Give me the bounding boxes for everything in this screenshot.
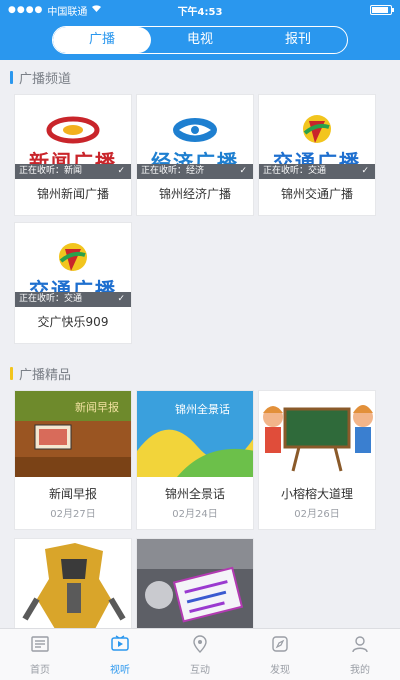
economy-broadcast-logo-icon [167, 115, 223, 149]
news-icon [30, 634, 50, 658]
tab-label: 首页 [30, 664, 50, 676]
program-date: 02月24日 [172, 509, 218, 520]
news-morning-thumb: 新闻早报 [15, 391, 131, 477]
news-broadcast-logo-icon [45, 115, 101, 149]
bottom-tab-discover[interactable]: 发现 [240, 629, 320, 680]
location-icon [190, 634, 210, 658]
tab-label: 我的 [350, 664, 370, 676]
channel-card-traffic[interactable]: 交通广播 正在收听：交通 ✓ 锦州交通广播 [258, 94, 376, 216]
check-icon: ✓ [117, 294, 125, 304]
program-card[interactable]: 锦州全景话 锦州全景话 02月24日 [136, 390, 254, 530]
status-time: 下午4:53 [177, 6, 223, 18]
sign-thumb [137, 539, 253, 631]
battery-icon [370, 5, 394, 15]
section-title-text: 广播频道 [19, 72, 72, 87]
section-title-programs: 广播精品 [10, 364, 71, 383]
tab-label: 互动 [190, 664, 210, 676]
check-icon: ✓ [117, 166, 125, 176]
program-date: 02月26日 [294, 509, 340, 520]
program-name: 锦州全景话 [164, 487, 225, 501]
svg-text:新闻早报: 新闻早报 [75, 400, 119, 414]
program-card[interactable] [136, 538, 254, 631]
now-playing-strip: 正在收听：交通 ✓ [15, 292, 131, 307]
now-playing-strip: 正在收听：交通 ✓ [259, 164, 375, 179]
status-bar: ●●●● 中国联通 下午4:53 [0, 0, 400, 20]
section-title-text: 广播精品 [19, 368, 72, 383]
channel-card-happy909[interactable]: 交通广播 正在收听：交通 ✓ 交广快乐909 [14, 222, 132, 344]
compass-icon [270, 634, 290, 658]
section-title-channels: 广播频道 [10, 68, 71, 87]
kids-thumb [259, 391, 375, 477]
robot-thumb [15, 539, 131, 631]
channel-name: 锦州经济广播 [158, 187, 231, 201]
channel-card-economy[interactable]: 经济广播 正在收听：经济 ✓ 锦州经济广播 [136, 94, 254, 216]
program-card[interactable]: 新闻早报 新闻早报 02月27日 [14, 390, 132, 530]
top-navigation-bar: 广播 电视 报刊 [0, 20, 400, 60]
tab-newspaper[interactable]: 报刊 [249, 27, 347, 53]
landscape-thumb: 锦州全景话 [137, 391, 253, 477]
program-name: 小榕榕大道理 [280, 487, 353, 501]
media-icon [110, 634, 130, 658]
now-playing-text: 正在收听：交通 [263, 166, 327, 176]
channel-name: 锦州新闻广播 [36, 187, 109, 201]
tab-broadcast[interactable]: 广播 [53, 27, 151, 53]
user-icon [350, 634, 370, 658]
section-marker [10, 367, 13, 380]
bottom-tab-home[interactable]: 首页 [0, 629, 80, 680]
bottom-tab-media[interactable]: 视听 [80, 629, 160, 680]
bottom-tab-profile[interactable]: 我的 [320, 629, 400, 680]
tab-label: 发现 [270, 664, 290, 676]
bottom-tab-interact[interactable]: 互动 [160, 629, 240, 680]
now-playing-strip: 正在收听：经济 ✓ [137, 164, 253, 179]
program-name: 新闻早报 [48, 487, 97, 501]
program-date: 02月27日 [50, 509, 96, 520]
section-marker [10, 71, 13, 84]
now-playing-strip: 正在收听：新闻 ✓ [15, 164, 131, 179]
bottom-tab-bar: 首页 视听 互动 发现 我的 [0, 628, 400, 680]
traffic-broadcast-logo-icon [299, 113, 335, 149]
check-icon: ✓ [239, 166, 247, 176]
channel-card-news[interactable]: 新闻广播 正在收听：新闻 ✓ 锦州新闻广播 [14, 94, 132, 216]
tab-tv[interactable]: 电视 [151, 27, 249, 53]
now-playing-text: 正在收听：经济 [141, 166, 205, 176]
channel-name: 交广快乐909 [37, 315, 109, 329]
channel-name: 锦州交通广播 [280, 187, 353, 201]
media-type-tabs: 广播 电视 报刊 [52, 26, 348, 54]
check-icon: ✓ [361, 166, 369, 176]
tab-label: 视听 [110, 664, 130, 676]
program-card[interactable] [14, 538, 132, 631]
program-card[interactable]: 小榕榕大道理 02月26日 [258, 390, 376, 530]
svg-text:锦州全景话: 锦州全景话 [175, 402, 230, 416]
now-playing-text: 正在收听：交通 [19, 294, 83, 304]
traffic-broadcast-logo-icon [55, 241, 91, 277]
now-playing-text: 正在收听：新闻 [19, 166, 83, 176]
